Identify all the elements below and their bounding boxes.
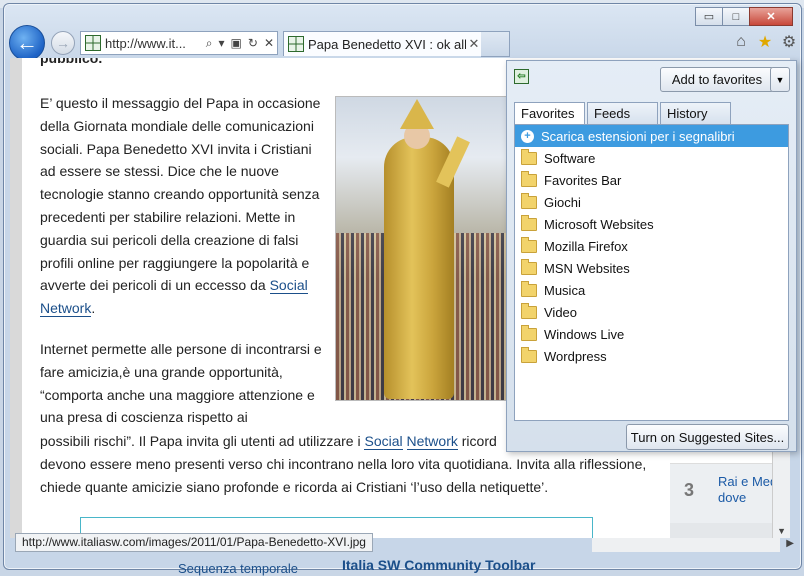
pin-favorites-icon[interactable]: ⇦ [514,69,529,84]
add-favorites-dropdown-icon[interactable]: ▼ [770,67,790,92]
folder-icon [521,148,537,165]
article-top-bold: pubblico. [40,58,103,66]
list-item-label: Wordpress [544,348,607,364]
tab-history[interactable]: History [660,102,731,124]
social-link-2[interactable]: Social [364,433,403,450]
left-gutter [10,58,22,538]
tab-close-icon[interactable]: ✕ [466,36,482,52]
mitre [400,99,434,129]
tab-feeds[interactable]: Feeds [587,102,658,124]
list-item[interactable]: Wordpress [515,345,788,367]
compatibility-view-icon[interactable]: ▣ [231,36,242,50]
network-link[interactable]: Network [40,300,92,318]
favorites-star-icon[interactable]: ★ [756,33,774,51]
tab-active[interactable]: Papa Benedetto XVI : ok all'... ✕ [283,31,483,56]
back-button[interactable]: ← [9,25,45,61]
list-item[interactable]: Software [515,147,788,169]
list-item-label: Favorites Bar [544,172,622,188]
below-link-1[interactable]: Sequenza temporale [178,561,298,576]
list-item-label: Musica [544,282,586,298]
scroll-right-icon[interactable]: ▶ [786,538,794,549]
below-link-2[interactable]: Italia SW Community Toolbar [342,557,535,573]
list-item-label: Windows Live [544,326,625,342]
paragraph-text: devono essere meno presenti verso chi in… [40,455,647,495]
folder-icon [521,346,537,363]
stop-icon[interactable]: ✕ [264,36,274,50]
article-paragraph-2: Internet permette alle persone di incont… [40,341,322,426]
list-item[interactable]: Giochi [515,191,788,213]
favorites-center: ⇦ Add to favorites ▼ Favorites Feeds His… [506,60,797,452]
vertical-scrollbar[interactable]: ▼ [772,438,790,538]
search-icon[interactable]: ⌕ [206,36,213,51]
horizontal-scrollbar[interactable] [592,538,780,552]
close-icon: ✕ [766,11,776,23]
list-item[interactable]: + Scarica estensioni per i segnalibri [515,125,788,147]
minimize-button[interactable]: ▭ [695,7,723,26]
close-window-button[interactable]: ✕ [749,7,793,26]
new-tab-button[interactable] [481,31,510,57]
site-favicon-icon [85,35,101,51]
list-item[interactable]: Musica [515,279,788,301]
toolbar-icons: ⌂ ★ ⚙ [732,33,798,51]
add-to-favorites-button[interactable]: Add to favorites [660,67,774,92]
minimize-icon: ▭ [703,11,715,23]
forward-arrow-icon: → [56,35,70,51]
list-item-label: Microsoft Websites [544,216,654,232]
status-url-tooltip: http://www.italiasw.com/images/2011/01/P… [15,533,373,552]
folder-icon [521,170,537,187]
list-item[interactable]: Mozilla Firefox [515,235,788,257]
folder-icon [521,258,537,275]
list-item-label: Video [544,304,578,320]
tab-title: Papa Benedetto XVI : ok all'... [308,36,466,52]
list-item[interactable]: Video [515,301,788,323]
address-url[interactable]: http://www.it... [105,36,203,51]
folder-icon [521,214,537,231]
list-item[interactable]: Windows Live [515,323,788,345]
list-item[interactable]: Favorites Bar [515,169,788,191]
paragraph-text: E’ questo il messaggio del Papa in occas… [40,95,321,294]
home-icon[interactable]: ⌂ [732,33,750,51]
dropdown-icon[interactable]: ▾ [219,36,225,50]
list-item-label: MSN Websites [544,260,630,276]
paragraph-text: ricord [457,433,497,449]
folder-icon [521,236,537,253]
social-link[interactable]: Social [269,277,308,295]
ad-number: 3 [684,480,695,500]
forward-button[interactable]: → [51,31,75,55]
window-caption-buttons: ▭ □ ✕ [695,7,793,26]
list-item-label: Software [544,150,596,166]
paragraph-end: . [91,300,96,317]
maximize-button[interactable]: □ [722,7,750,26]
suggested-sites-button[interactable]: Turn on Suggested Sites... [626,424,789,450]
refresh-icon[interactable]: ↻ [248,36,258,50]
scroll-down-icon[interactable]: ▼ [777,526,786,536]
article-paragraph-1: E’ questo il messaggio del Papa in occas… [40,92,325,320]
network-link-2[interactable]: Network [406,433,458,450]
list-item[interactable]: Microsoft Websites [515,213,788,235]
list-item-label: Giochi [544,194,581,210]
tab-favicon-icon [288,36,304,52]
tab-favorites[interactable]: Favorites [514,102,585,125]
list-item-label: Mozilla Firefox [544,238,628,254]
list-item[interactable]: MSN Websites [515,257,788,279]
pope-photo[interactable] [335,96,512,401]
paragraph-text: possibili rischi”. Il Papa invita gli ut… [40,433,365,449]
add-icon: + [521,129,534,143]
folder-icon [521,302,537,319]
maximize-icon: □ [732,10,740,23]
folder-icon [521,324,537,341]
folder-icon [521,280,537,297]
address-bar[interactable]: http://www.it... ⌕ ▾ ▣ ↻ ✕ [80,31,278,55]
back-arrow-icon: ← [16,30,38,55]
gear-icon[interactable]: ⚙ [780,33,798,51]
list-item-label: Scarica estensioni per i segnalibri [541,128,735,144]
folder-icon [521,192,537,209]
favorites-tabs: Favorites Feeds History [514,102,733,125]
favorites-list: + Scarica estensioni per i segnalibri Sof… [514,124,789,421]
